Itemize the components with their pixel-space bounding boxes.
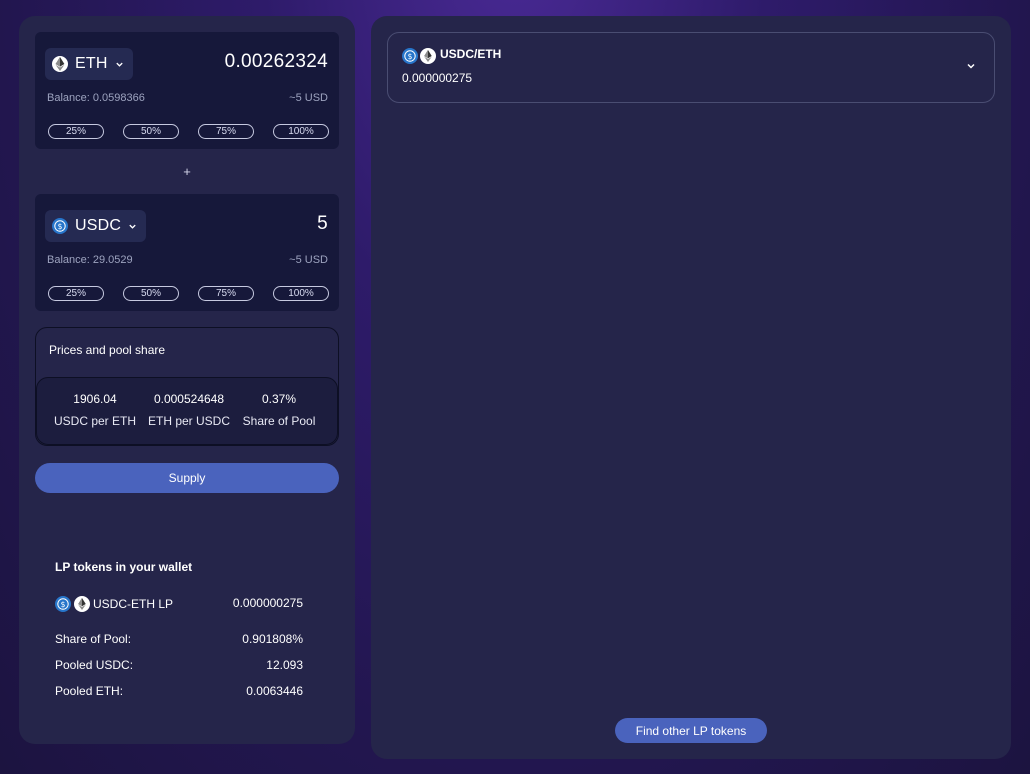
token-a-100-button[interactable]: 100% bbox=[273, 124, 329, 139]
lp-pooled-eth-label: Pooled ETH: bbox=[55, 684, 124, 698]
eth-icon bbox=[420, 48, 436, 64]
token-b-symbol: USDC bbox=[75, 217, 122, 234]
price-value: 1906.04 bbox=[73, 392, 117, 406]
lp-pair-amount: 0.000000275 bbox=[232, 596, 303, 610]
token-b-amount[interactable]: 5 bbox=[317, 213, 328, 235]
chevron-down-icon bbox=[115, 62, 123, 67]
usdc-icon: $ bbox=[52, 218, 68, 234]
price-eth-per-usdc: 0.000524648 ETH per USDC bbox=[145, 392, 233, 428]
token-b-input-box: $ USDC 5 Balance: 29.0529 ~5 USD 25% 50%… bbox=[35, 194, 339, 311]
lp-wallet-title: LP tokens in your wallet bbox=[55, 560, 193, 574]
position-card-usdc-eth[interactable]: $ USDC/ETH 0.000000275 bbox=[387, 32, 995, 103]
plus-sign: + bbox=[183, 164, 191, 179]
lp-pair-row: $ USDC-ETH LP bbox=[55, 596, 173, 612]
token-b-percent-row: 25% 50% 75% 100% bbox=[48, 286, 329, 302]
token-a-usd-value: ~5 USD bbox=[289, 92, 328, 104]
token-a-input-box: ETH 0.00262324 Balance: 0.0598366 ~5 USD… bbox=[35, 32, 339, 149]
price-value: 0.37% bbox=[261, 392, 297, 406]
lp-pooled-eth-value: 0.0063446 bbox=[246, 684, 303, 698]
token-b-usd-value: ~5 USD bbox=[289, 254, 328, 266]
token-a-75-button[interactable]: 75% bbox=[198, 124, 254, 139]
lp-share-value: 0.901808% bbox=[242, 632, 303, 646]
add-liquidity-panel: ETH 0.00262324 Balance: 0.0598366 ~5 USD… bbox=[19, 16, 355, 744]
token-a-selector[interactable]: ETH bbox=[45, 48, 133, 80]
svg-text:$: $ bbox=[61, 600, 66, 609]
supply-button[interactable]: Supply bbox=[35, 463, 339, 493]
prices-pool-share-box: Prices and pool share 1906.04 USDC per E… bbox=[35, 327, 339, 446]
find-other-lp-tokens-button[interactable]: Find other LP tokens bbox=[615, 718, 767, 743]
price-usdc-per-eth: 1906.04 USDC per ETH bbox=[51, 392, 139, 428]
price-label: ETH per USDC bbox=[147, 414, 230, 428]
prices-title: Prices and pool share bbox=[49, 343, 166, 357]
lp-share-label: Share of Pool: bbox=[55, 632, 132, 646]
prices-stats: 1906.04 USDC per ETH 0.000524648 ETH per… bbox=[36, 377, 338, 445]
token-a-25-button[interactable]: 25% bbox=[48, 124, 104, 139]
position-amount: 0.000000275 bbox=[402, 71, 473, 85]
svg-text:$: $ bbox=[408, 52, 413, 61]
token-a-percent-row: 25% 50% 75% 100% bbox=[48, 124, 329, 140]
token-b-25-button[interactable]: 25% bbox=[48, 286, 104, 301]
price-label: Share of Pool bbox=[242, 414, 316, 428]
lp-pooled-usdc-value: 12.093 bbox=[266, 658, 303, 672]
lp-pair-label: USDC-ETH LP bbox=[93, 597, 174, 611]
svg-text:$: $ bbox=[58, 222, 63, 231]
positions-panel: $ USDC/ETH 0.000000275 Find other LP tok… bbox=[371, 16, 1011, 759]
price-value: 0.000524648 bbox=[153, 392, 225, 406]
token-a-symbol: ETH bbox=[75, 55, 108, 72]
token-a-balance: Balance: 0.0598366 bbox=[47, 92, 145, 104]
token-a-amount[interactable]: 0.00262324 bbox=[225, 51, 328, 73]
token-a-50-button[interactable]: 50% bbox=[123, 124, 179, 139]
chevron-down-icon[interactable] bbox=[966, 61, 976, 71]
usdc-icon: $ bbox=[55, 596, 71, 612]
price-label: USDC per ETH bbox=[53, 414, 136, 428]
token-b-selector[interactable]: $ USDC bbox=[45, 210, 147, 242]
pool-share: 0.37% Share of Pool bbox=[237, 392, 321, 428]
usdc-icon: $ bbox=[402, 48, 418, 64]
eth-icon bbox=[52, 56, 68, 72]
position-pair-name: USDC/ETH bbox=[440, 47, 502, 61]
token-b-75-button[interactable]: 75% bbox=[198, 286, 254, 301]
token-b-100-button[interactable]: 100% bbox=[273, 286, 329, 301]
lp-pooled-usdc-label: Pooled USDC: bbox=[55, 658, 134, 672]
chevron-down-icon bbox=[129, 224, 136, 229]
pair-icons: $ bbox=[402, 48, 436, 64]
eth-icon bbox=[74, 596, 90, 612]
token-b-balance: Balance: 29.0529 bbox=[47, 254, 133, 266]
token-b-50-button[interactable]: 50% bbox=[123, 286, 179, 301]
